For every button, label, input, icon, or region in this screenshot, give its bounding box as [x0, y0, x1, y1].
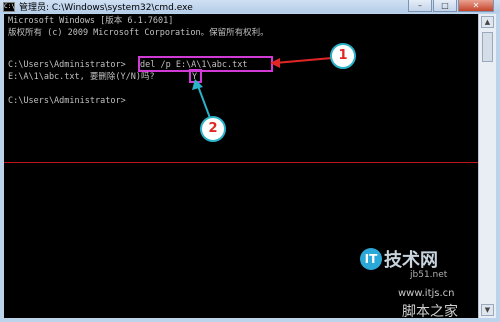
watermark-brand: 技术网: [384, 250, 438, 271]
scroll-up-arrow-icon[interactable]: ▲: [481, 16, 494, 28]
console-line-prompt-2: C:\Users\Administrator>: [8, 96, 126, 106]
brand-logo-icon: IT: [360, 248, 382, 270]
console-line-copyright: 版权所有 (c) 2009 Microsoft Corporation。保留所有…: [8, 28, 269, 38]
minimize-button[interactable]: –: [408, 0, 432, 12]
vertical-scrollbar[interactable]: ▲ ▼: [478, 14, 496, 318]
callout-badge-1: 1: [330, 43, 356, 69]
watermark-site-2: www.itjs.cn: [398, 288, 455, 299]
answer-highlight: [189, 69, 202, 83]
command-highlight: [138, 56, 273, 72]
window-title: 管理员: C:\Windows\system32\cmd.exe: [19, 3, 193, 13]
console-line-confirm: E:\A\1\abc.txt, 要删除(Y/N)吗?: [8, 72, 160, 82]
console-area[interactable]: Microsoft Windows [版本 6.1.7601] 版权所有 (c)…: [4, 14, 479, 318]
watermark-site-1: jb51.net: [410, 270, 448, 280]
window-controls: – □ ✕: [407, 0, 494, 12]
scroll-thumb[interactable]: [482, 32, 493, 62]
divider-line: [4, 162, 479, 163]
title-bar[interactable]: C:\ 管理员: C:\Windows\system32\cmd.exe – □…: [0, 0, 500, 13]
maximize-button[interactable]: □: [433, 0, 457, 12]
watermark-site-3: 脚本之家: [402, 304, 458, 320]
scroll-down-arrow-icon[interactable]: ▼: [481, 304, 494, 316]
console-line-version: Microsoft Windows [版本 6.1.7601]: [8, 16, 174, 26]
close-button[interactable]: ✕: [458, 0, 494, 12]
cmd-icon: C:\: [3, 1, 15, 12]
console-line-prompt-1: C:\Users\Administrator>: [8, 60, 126, 70]
callout-badge-2: 2: [200, 116, 226, 142]
